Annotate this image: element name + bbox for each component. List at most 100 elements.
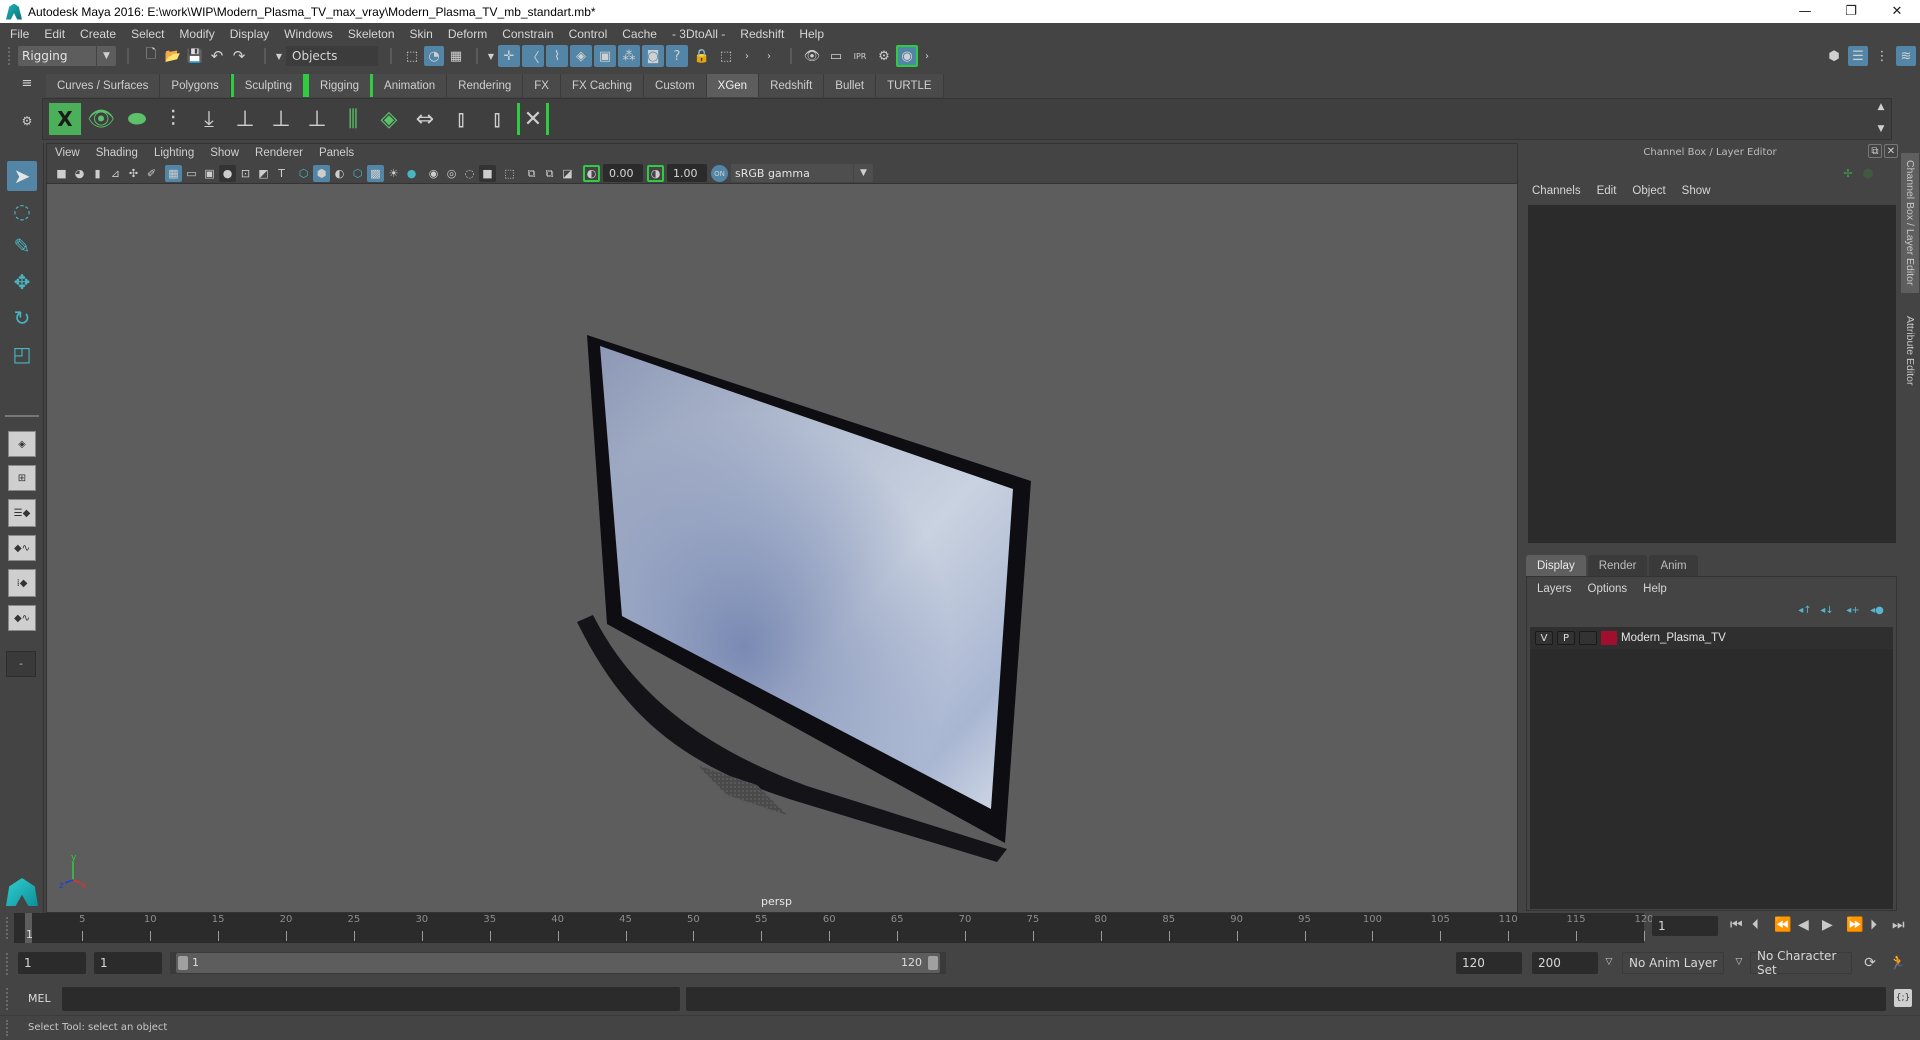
textured-icon[interactable]: ▩ xyxy=(367,165,384,182)
snap-grid-icon[interactable]: ✛ xyxy=(498,45,520,67)
menu-skeleton[interactable]: Skeleton xyxy=(348,27,395,41)
select-by-component-type-icon[interactable]: ▦ xyxy=(446,46,466,66)
play-forwards-icon[interactable]: ▶ xyxy=(1822,917,1833,933)
select-by-object-type-icon[interactable]: ◔ xyxy=(424,46,444,66)
shelf-tab-fx[interactable]: FX xyxy=(523,74,561,97)
menu-deform[interactable]: Deform xyxy=(448,27,487,41)
snap-live-icon[interactable]: ▣ xyxy=(594,45,616,67)
attribute-editor-toggle-icon[interactable]: ☰ xyxy=(1848,46,1868,66)
viewport-menu-shading[interactable]: Shading xyxy=(96,147,138,159)
redo-icon[interactable]: ↷ xyxy=(230,47,248,65)
layer-display-type-toggle[interactable] xyxy=(1579,631,1597,645)
guide-split-icon[interactable]: ⫼ xyxy=(337,103,369,135)
side-tab-attribute-editor[interactable]: Attribute Editor xyxy=(1901,303,1919,399)
viewport-3d-scene[interactable]: y x z persp xyxy=(47,185,1517,912)
menuset-dropdown[interactable]: Rigging ▼ xyxy=(18,46,116,66)
make-live-icon[interactable]: ◙ xyxy=(642,45,664,67)
gamma-field[interactable]: 1.00 xyxy=(667,164,707,182)
shelf-tab-redshift[interactable]: Redshift xyxy=(759,74,825,97)
menu-constrain[interactable]: Constrain xyxy=(502,27,553,41)
create-layer-from-selected-icon[interactable]: ◂● xyxy=(1869,603,1885,617)
render-view-icon[interactable]: 👁 xyxy=(802,46,822,66)
shelf-tab-xgen[interactable]: XGen xyxy=(706,74,760,97)
shelf-tab-sculpting[interactable]: Sculpting xyxy=(230,74,307,97)
shelf-tab-rigging[interactable]: Rigging xyxy=(306,74,374,97)
current-frame-field[interactable]: 1 xyxy=(1652,916,1718,936)
lock-guides-icon[interactable]: ⊥ xyxy=(301,103,333,135)
open-scene-icon[interactable]: 📂 xyxy=(164,47,182,65)
anim-layer-dropdown[interactable]: No Anim Layer xyxy=(1622,952,1724,974)
viewport-menu-lighting[interactable]: Lighting xyxy=(154,147,194,159)
move-tool-icon[interactable]: ✥ xyxy=(7,267,37,297)
xgen-delete-icon[interactable]: ✕ xyxy=(517,103,549,135)
select-tool-icon[interactable]: ➤ xyxy=(7,161,37,191)
guide-visibility-icon[interactable]: ⊥ xyxy=(265,103,297,135)
help-line-grip[interactable] xyxy=(6,1020,10,1036)
persp-graph-layout[interactable]: ◆∿ xyxy=(8,535,36,561)
go-to-end-icon[interactable]: ⏭ xyxy=(1892,917,1905,933)
create-description-icon[interactable]: ⫶ xyxy=(157,103,189,135)
shelf-menu-icon[interactable]: ≡ xyxy=(18,74,36,92)
layer-menu-options[interactable]: Options xyxy=(1588,583,1628,595)
playback-end-field[interactable]: 120 xyxy=(1456,952,1522,974)
shelf-settings-gear-icon[interactable]: ⚙ xyxy=(18,112,36,130)
smooth-shade-icon[interactable]: ⬢ xyxy=(313,165,330,182)
lasso-tool-icon[interactable]: ◌ xyxy=(7,196,37,226)
expand-arrow-icon[interactable]: › xyxy=(922,46,932,66)
menu-select[interactable]: Select xyxy=(131,27,164,41)
step-forward-frame-icon[interactable]: ⏵ xyxy=(1870,917,1877,933)
channel-box-menu-object[interactable]: Object xyxy=(1632,185,1665,197)
view-transform-dropdown[interactable]: sRGB gamma ▼ xyxy=(731,164,873,182)
range-slider-track[interactable]: 1 120 xyxy=(170,952,946,974)
bookmarks-icon[interactable]: ▮ xyxy=(89,165,106,182)
playback-start-field[interactable]: 1 xyxy=(94,952,162,974)
range-end-handle[interactable] xyxy=(928,956,938,970)
move-layer-up-icon[interactable]: ◂↑ xyxy=(1797,603,1813,617)
shelf-tab-fx-caching[interactable]: FX Caching xyxy=(560,74,645,97)
paint-select-tool-icon[interactable]: ✎ xyxy=(7,231,37,261)
menu-redshift[interactable]: Redshift xyxy=(740,27,784,41)
camera-attributes-icon[interactable]: ◕ xyxy=(71,165,88,182)
select-camera-icon[interactable]: ■ xyxy=(53,165,70,182)
more-layouts-button[interactable]: - xyxy=(6,651,36,677)
preview-hide-icon[interactable]: ⬬ xyxy=(121,103,153,135)
time-slider-grip[interactable] xyxy=(6,917,10,939)
step-forward-key-icon[interactable]: ⏩ xyxy=(1846,917,1863,933)
hypershade-icon[interactable]: ◉ xyxy=(896,45,918,67)
character-set-dropdown[interactable]: No Character Set xyxy=(1750,949,1852,977)
preview-visible-icon[interactable]: 👁 xyxy=(85,103,117,135)
shelf-tab-bullet[interactable]: Bullet xyxy=(824,74,877,97)
screen-space-ao-icon[interactable]: ◉ xyxy=(425,165,442,182)
layer-visibility-toggle[interactable]: V xyxy=(1535,631,1553,645)
exposure-icon[interactable]: ◐ xyxy=(583,165,600,182)
shelf-tab-polygons[interactable]: Polygons xyxy=(160,74,231,97)
snap-view-plane-icon[interactable]: ◈ xyxy=(570,45,592,67)
layer-menu-help[interactable]: Help xyxy=(1643,583,1667,595)
menu-skin[interactable]: Skin xyxy=(410,27,433,41)
safe-title-icon[interactable]: T xyxy=(273,165,290,182)
layer-tab-anim[interactable]: Anim xyxy=(1649,555,1698,576)
menu-edit[interactable]: Edit xyxy=(44,27,65,41)
float-panel-icon[interactable]: ⧉ xyxy=(1868,144,1882,158)
shadows-icon[interactable]: ● xyxy=(403,165,420,182)
motion-blur-icon[interactable]: ◎ xyxy=(443,165,460,182)
channel-box-menu-show[interactable]: Show xyxy=(1682,185,1711,197)
close-panel-icon[interactable]: ✕ xyxy=(1884,144,1898,158)
film-gate-icon[interactable]: ▭ xyxy=(183,165,200,182)
persp-outliner-layout[interactable]: ☰◆ xyxy=(8,499,36,527)
snap-curve-icon[interactable]: 〈 xyxy=(522,45,544,67)
channel-box-body[interactable] xyxy=(1528,205,1896,543)
guide-sync-icon[interactable]: ⇔ xyxy=(409,103,441,135)
menu-windows[interactable]: Windows xyxy=(284,27,333,41)
save-scene-icon[interactable]: 💾 xyxy=(186,47,204,65)
ipr-render-icon[interactable]: IPR xyxy=(850,46,870,66)
layer-tab-display[interactable]: Display xyxy=(1526,555,1586,576)
wireframe-icon[interactable]: ⬡ xyxy=(295,165,312,182)
gamma-icon[interactable]: ◑ xyxy=(647,165,664,182)
close-button[interactable]: ✕ xyxy=(1874,0,1920,23)
shelf-tab-custom[interactable]: Custom xyxy=(644,74,707,97)
viewport-menu-show[interactable]: Show xyxy=(210,147,239,159)
layer-menu-layers[interactable]: Layers xyxy=(1537,583,1572,595)
menu-file[interactable]: File xyxy=(10,27,29,41)
command-line-grip[interactable] xyxy=(6,988,10,1010)
